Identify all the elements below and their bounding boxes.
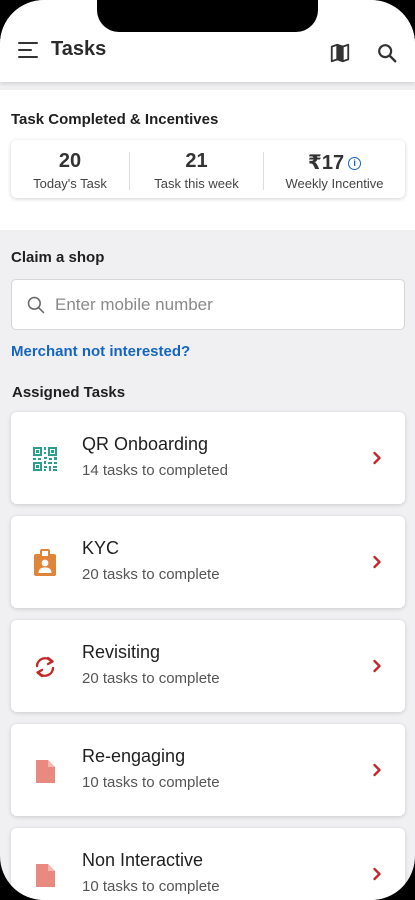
chevron-right-icon	[373, 451, 381, 465]
info-icon[interactable]: i	[348, 157, 362, 170]
assigned-heading: Assigned Tasks	[12, 384, 126, 401]
document-icon	[36, 760, 55, 783]
task-title: QR Onboarding	[82, 434, 209, 454]
stat-label: Weekly Incentive	[285, 176, 384, 191]
task-card-revisiting[interactable]: Revisiting 20 tasks to complete	[11, 620, 405, 712]
menu-icon[interactable]	[18, 42, 38, 58]
chevron-right-icon	[373, 659, 381, 673]
stats-card: 20 Today's Task 21 Task this week ₹17 i W…	[11, 140, 405, 198]
task-subtitle: 20 tasks to complete	[82, 670, 220, 687]
claim-heading: Claim a shop	[11, 249, 105, 266]
stats-heading: Task Completed & Incentives	[11, 111, 219, 128]
task-title: Revisiting	[82, 642, 161, 662]
task-subtitle: 10 tasks to complete	[82, 774, 220, 791]
task-card-non-interactive[interactable]: Non Interactive 10 tasks to complete	[11, 828, 405, 900]
search-icon	[27, 296, 45, 314]
merchant-not-interested-link[interactable]: Merchant not interested?	[11, 343, 190, 360]
id-badge-icon	[34, 549, 56, 576]
mobile-number-input[interactable]: Enter mobile number	[11, 279, 405, 330]
phone-screen: Tasks Task Completed & Incentives 20 Tod…	[0, 0, 415, 900]
task-subtitle: 20 tasks to complete	[82, 566, 220, 583]
task-title: Non Interactive	[82, 850, 204, 870]
stat-value: 20	[58, 150, 82, 172]
refresh-icon	[35, 656, 55, 678]
task-title: KYC	[82, 538, 120, 558]
stat-value-wrapper: ₹17 i	[264, 150, 405, 175]
document-icon	[36, 864, 55, 887]
stat-value: 21	[185, 150, 208, 172]
stat-label: Today's Task	[33, 176, 107, 191]
qr-code-icon	[33, 447, 57, 471]
stat-todays-task: 20 Today's Task	[11, 140, 129, 198]
chevron-right-icon	[373, 763, 381, 777]
task-subtitle: 14 tasks to completed	[82, 462, 228, 479]
task-card-kyc[interactable]: KYC 20 tasks to complete	[11, 516, 405, 608]
search-icon[interactable]	[376, 42, 398, 64]
stat-task-this-week: 21 Task this week	[130, 140, 263, 198]
task-subtitle: 10 tasks to complete	[82, 878, 220, 895]
chevron-right-icon	[373, 867, 381, 881]
device-notch	[97, 0, 318, 32]
page-title: Tasks	[51, 38, 107, 60]
task-card-re-engaging[interactable]: Re-engaging 10 tasks to complete	[11, 724, 405, 816]
chevron-right-icon	[373, 555, 381, 569]
stat-label: Task this week	[154, 176, 239, 191]
map-icon[interactable]	[329, 42, 351, 64]
stats-section: Task Completed & Incentives 20 Today's T…	[0, 90, 415, 230]
stat-weekly-incentive: ₹17 i Weekly Incentive	[264, 140, 405, 198]
input-placeholder: Enter mobile number	[55, 295, 213, 314]
task-title: Re-engaging	[82, 746, 186, 766]
task-card-qr-onboarding[interactable]: QR Onboarding 14 tasks to completed	[11, 412, 405, 504]
stat-value: ₹17	[307, 152, 345, 174]
